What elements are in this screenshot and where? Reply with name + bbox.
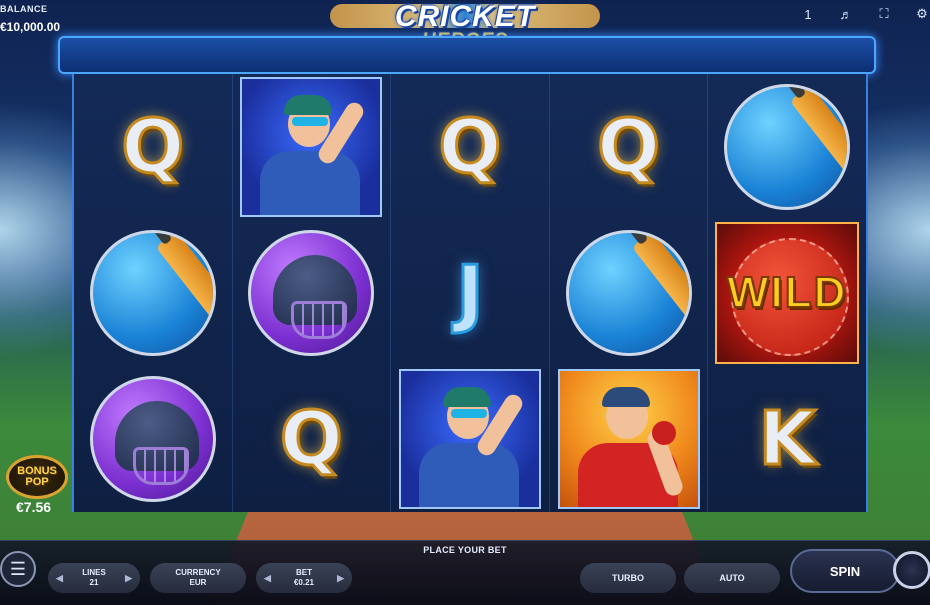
bet-selector[interactable]: ◀ BET €0.21 ▶ <box>256 563 352 593</box>
symbol-q: Q <box>74 74 232 220</box>
reel-grid: Q Q Q J Q WILD K <box>72 74 868 512</box>
fullscreen-icon[interactable]: ⛶ <box>876 6 892 22</box>
bottom-bar: PLACE YOUR BET ☰ ◀ LINES 21 ▶ CURRENCY E… <box>0 540 930 605</box>
counter-indicator: 1 <box>804 6 812 22</box>
auto-button[interactable]: AUTO <box>684 563 780 593</box>
symbol-helmet <box>74 366 232 512</box>
lines-label: LINES <box>82 568 106 577</box>
bat-icon <box>782 87 848 194</box>
symbol-player-blue <box>233 74 391 220</box>
top-rail <box>58 36 876 74</box>
player-card-blue <box>240 77 383 217</box>
currency-selector[interactable]: CURRENCY EUR <box>150 563 246 593</box>
bat-icon <box>148 233 213 340</box>
balance-value: €10,000.00 <box>0 20 61 34</box>
symbol-q: Q <box>550 74 708 220</box>
letter-k: K <box>757 395 817 484</box>
bat-symbol <box>89 230 216 356</box>
turbo-button[interactable]: TURBO <box>580 563 676 593</box>
symbol-q: Q <box>233 366 391 512</box>
currency-label: CURRENCY <box>175 568 221 577</box>
bet-decrease-icon[interactable]: ◀ <box>264 573 271 584</box>
hamburger-icon[interactable]: ☰ <box>0 551 36 587</box>
wild-symbol: WILD <box>715 222 860 364</box>
reel-5: WILD K <box>708 74 866 512</box>
reel-1: Q <box>74 74 233 512</box>
gear-icon[interactable]: ⚙ <box>914 6 930 22</box>
bonus-value: €7.56 <box>16 499 52 515</box>
cricket-ball-icon <box>651 421 676 445</box>
symbol-player-blue <box>391 366 549 512</box>
game-title: CRICKET <box>394 0 536 33</box>
reel-4: Q <box>550 74 709 512</box>
wild-label: WILD <box>726 267 848 318</box>
helmet-symbol <box>248 230 375 356</box>
bat-symbol <box>724 84 851 210</box>
bet-increase-icon[interactable]: ▶ <box>337 573 344 584</box>
bet-label: BET <box>296 568 312 577</box>
reel-3: Q J <box>391 74 550 512</box>
top-controls: 1 ♬ ⛶ ⚙ <box>800 6 930 22</box>
lines-selector[interactable]: ◀ LINES 21 ▶ <box>48 563 140 593</box>
letter-q: Q <box>596 103 662 192</box>
spin-ring-icon[interactable] <box>893 551 930 589</box>
symbol-bat <box>74 220 232 366</box>
speaker-icon[interactable]: ♬ <box>838 7 854 22</box>
bonus-pop[interactable]: BONUS POP €7.56 <box>6 455 76 515</box>
bat-symbol <box>565 230 692 356</box>
letter-q: Q <box>120 103 186 192</box>
spin-button[interactable]: SPIN <box>790 549 900 593</box>
letter-q: Q <box>437 103 503 192</box>
letter-q: Q <box>278 395 344 484</box>
symbol-helmet <box>233 220 391 366</box>
bat-icon <box>624 233 689 340</box>
lines-value: 21 <box>89 578 99 587</box>
bet-value: €0.21 <box>293 578 315 587</box>
balance-panel: BALANCE €10,000.00 <box>0 4 60 34</box>
symbol-bat <box>550 220 708 366</box>
symbol-wild: WILD <box>708 220 866 366</box>
symbol-k: K <box>708 366 866 512</box>
symbol-j: J <box>391 220 549 366</box>
symbol-player-red <box>550 366 708 512</box>
balance-label: BALANCE <box>0 4 48 14</box>
lines-increase-icon[interactable]: ▶ <box>125 573 132 584</box>
lines-decrease-icon[interactable]: ◀ <box>56 573 63 584</box>
place-bet-label: PLACE YOUR BET <box>423 545 507 555</box>
player-card-red <box>557 369 700 509</box>
symbol-bat <box>708 74 866 220</box>
player-card-blue <box>398 369 541 509</box>
helmet-symbol <box>89 376 216 502</box>
currency-value: EUR <box>189 578 207 587</box>
reel-2: Q <box>233 74 392 512</box>
bonus-line2: POP <box>25 476 49 488</box>
letter-j: J <box>455 249 485 338</box>
symbol-q: Q <box>391 74 549 220</box>
bonus-pop-badge[interactable]: BONUS POP <box>6 455 68 499</box>
